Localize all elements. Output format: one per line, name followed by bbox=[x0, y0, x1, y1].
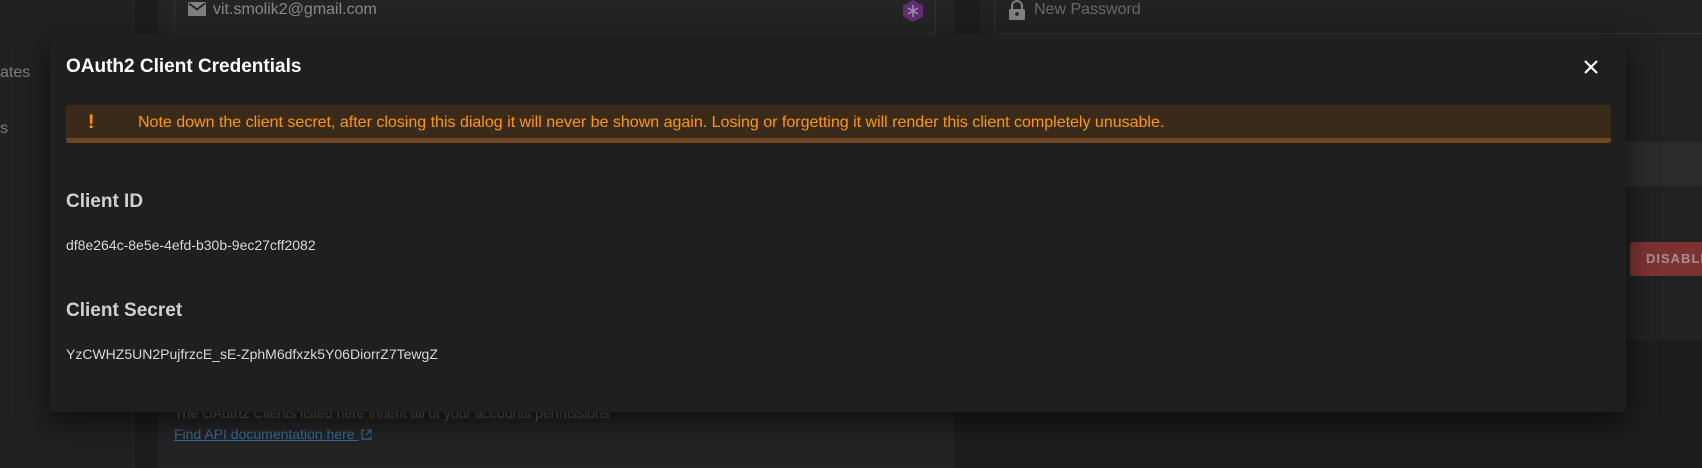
oauth2-credentials-dialog: OAuth2 Client Credentials ! Note down th… bbox=[50, 34, 1626, 412]
dialog-title: OAuth2 Client Credentials bbox=[66, 56, 302, 77]
warning-message: Note down the client secret, after closi… bbox=[138, 114, 1165, 131]
warning-alert: ! Note down the client secret, after clo… bbox=[66, 105, 1611, 143]
close-icon bbox=[1584, 60, 1598, 74]
client-secret-heading: Client Secret bbox=[66, 300, 183, 321]
client-id-heading: Client ID bbox=[66, 191, 144, 212]
close-button[interactable] bbox=[1576, 52, 1606, 82]
client-secret-value: YzCWHZ5UN2PujfrzcE_sE-ZphM6dfxzk5Y06Dior… bbox=[66, 346, 438, 362]
warning-icon: ! bbox=[88, 112, 95, 133]
client-id-value: df8e264c-8e5e-4efd-b30b-9ec27cff2082 bbox=[66, 237, 316, 253]
